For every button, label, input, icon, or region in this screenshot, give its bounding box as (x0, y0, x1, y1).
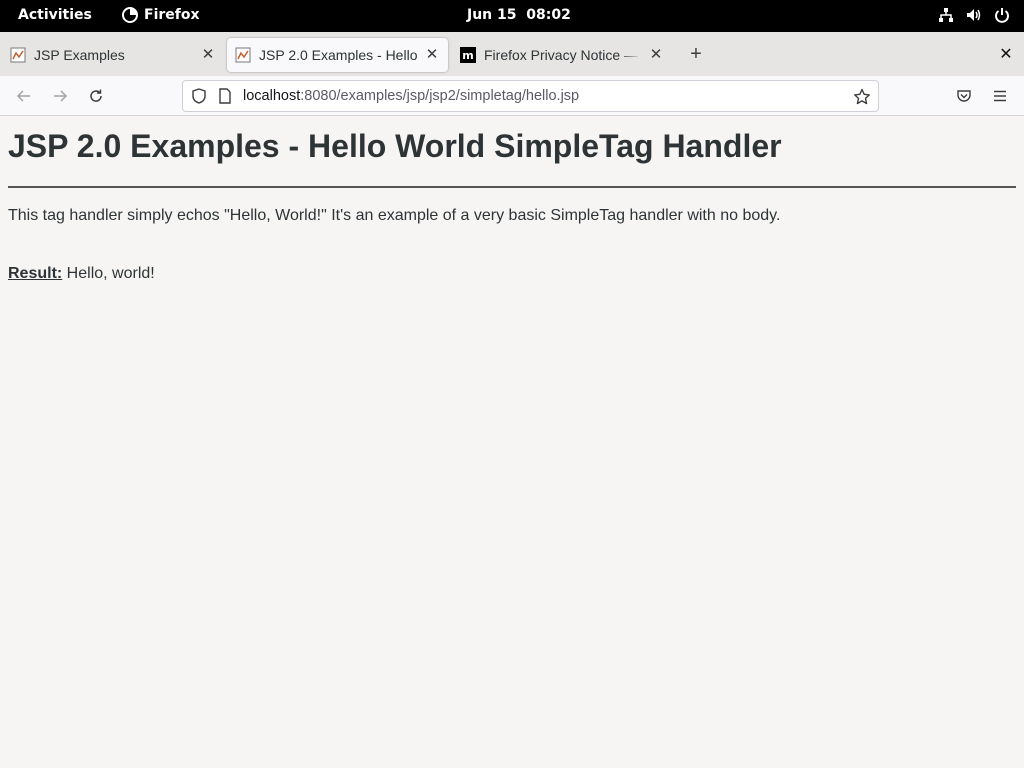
tab-jsp-examples[interactable]: JSP Examples ✕ (2, 38, 224, 72)
activities-button[interactable]: Activities (18, 7, 92, 23)
tab-firefox-privacy-notice[interactable]: m Firefox Privacy Notice — Mozilla ✕ (452, 38, 672, 72)
url-text[interactable]: localhost:8080/examples/jsp/jsp2/simplet… (243, 88, 579, 104)
back-button[interactable] (13, 85, 35, 107)
firefox-icon (122, 7, 138, 23)
tab-close-icon[interactable]: ✕ (200, 47, 216, 63)
menu-icon (994, 90, 1006, 102)
window-close-button[interactable]: ✕ (996, 45, 1016, 65)
tomcat-favicon-icon (235, 47, 251, 63)
site-info-button[interactable] (215, 86, 235, 106)
bookmark-button[interactable] (852, 87, 872, 107)
mozilla-favicon-icon: m (460, 47, 476, 63)
pocket-button[interactable] (953, 85, 975, 107)
tab-close-icon[interactable]: ✕ (424, 47, 440, 63)
tracking-protection-button[interactable] (189, 86, 209, 106)
network-icon (939, 8, 953, 22)
tomcat-favicon-icon (10, 47, 26, 63)
reload-button[interactable] (85, 85, 107, 107)
clock[interactable]: Jun 15 08:02 (467, 7, 571, 23)
tab-title: JSP Examples (34, 47, 125, 63)
page-icon (219, 88, 231, 104)
tab-title: JSP 2.0 Examples - Hello World SimpleTag… (259, 47, 418, 63)
volume-icon (967, 9, 981, 21)
tab-title: Firefox Privacy Notice — Mozilla (484, 47, 642, 63)
result-label: Result: (8, 265, 63, 282)
tab-jsp-hello-world[interactable]: JSP 2.0 Examples - Hello World SimpleTag… (227, 38, 448, 72)
shield-icon (192, 88, 206, 104)
new-tab-button[interactable]: + (685, 44, 707, 66)
svg-text:m: m (462, 49, 473, 62)
system-tray[interactable] (938, 7, 1010, 23)
tab-close-icon[interactable]: ✕ (648, 47, 664, 63)
back-icon (16, 90, 30, 102)
tab-strip: JSP Examples ✕ JSP 2.0 Examples - Hello … (0, 32, 1024, 76)
reload-icon (90, 89, 102, 102)
url-bar[interactable]: localhost:8080/examples/jsp/jsp2/simplet… (182, 80, 879, 112)
page-title: JSP 2.0 Examples - Hello World SimpleTag… (8, 128, 782, 164)
result-line: Result: Hello, world! (8, 265, 155, 283)
app-name: Firefox (144, 7, 200, 23)
url-host: localhost (243, 88, 301, 104)
forward-button[interactable] (49, 85, 71, 107)
page-description: This tag handler simply echos "Hello, Wo… (8, 207, 781, 224)
system-top-bar: Activities Firefox Jun 15 08:02 (0, 0, 1024, 32)
app-menu-button[interactable] (989, 85, 1011, 107)
bookmark-star-icon (854, 88, 870, 105)
url-path: :8080/examples/jsp/jsp2/simpletag/hello.… (300, 88, 580, 104)
power-icon (995, 8, 1009, 23)
pocket-icon (957, 90, 971, 102)
navigation-toolbar: localhost:8080/examples/jsp/jsp2/simplet… (0, 76, 1024, 116)
forward-icon (54, 90, 68, 102)
app-menu[interactable]: Firefox (122, 7, 200, 23)
horizontal-rule (8, 186, 1016, 188)
result-value: Hello, world! (62, 265, 155, 282)
